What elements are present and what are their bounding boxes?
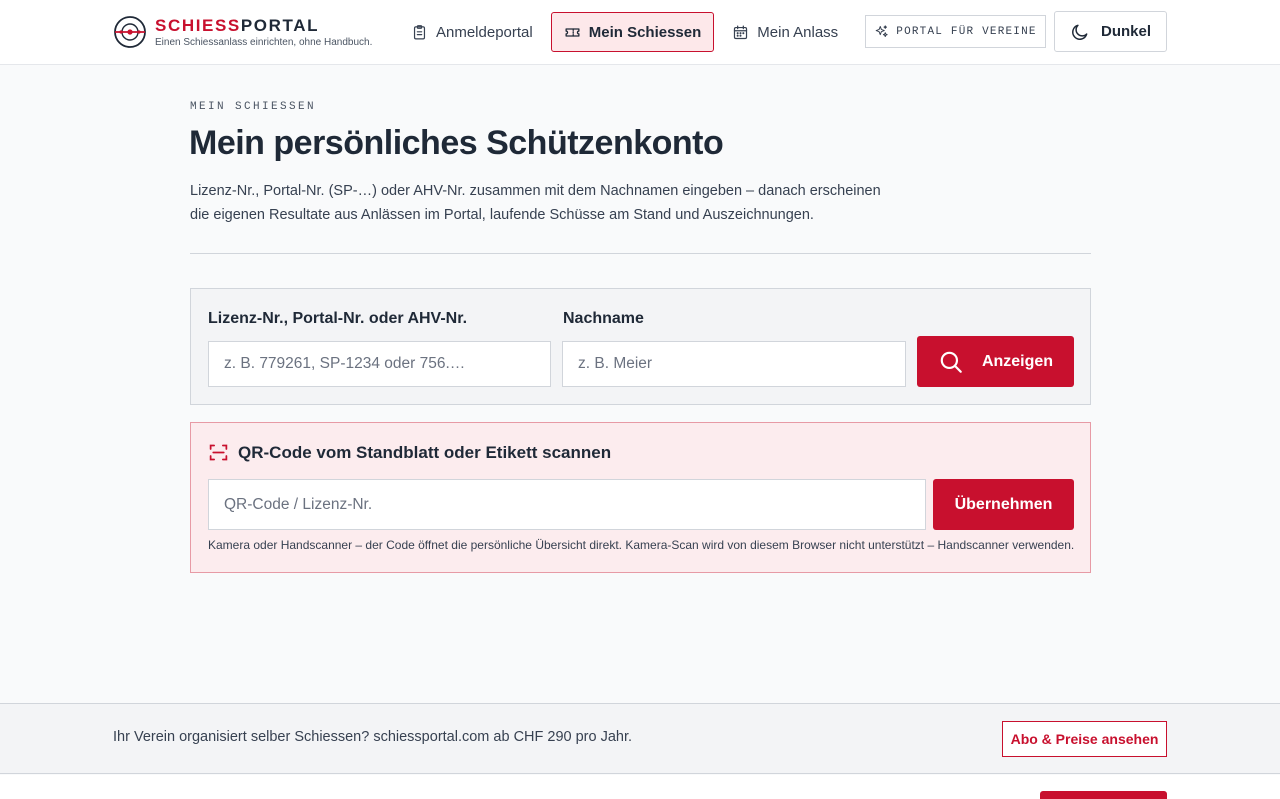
moon-icon: [1072, 24, 1088, 40]
qr-heading: QR-Code vom Standblatt oder Etikett scan…: [208, 442, 611, 463]
footer-button[interactable]: [1040, 791, 1167, 799]
nav-item-mein-schiessen[interactable]: Mein Schiessen: [550, 12, 715, 52]
anzeigen-button-label: Anzeigen: [981, 352, 1054, 370]
main-nav: Anmeldeportal Mein Schiessen Mein Anlass: [398, 12, 856, 52]
portal-button-label: PORTAL FÜR VEREINE: [896, 25, 1037, 38]
lastname-input[interactable]: [562, 341, 906, 387]
tagline: Einen Schiessanlass einrichten, ohne Han…: [155, 36, 373, 48]
section-eyebrow: MEIN SCHIESSEN: [190, 101, 317, 113]
name-field-label: Nachname: [563, 310, 644, 327]
nav-item-anmeldeportal[interactable]: Anmeldeportal: [398, 12, 546, 52]
page-title: Mein persönliches Schützenkonto: [189, 124, 724, 162]
intro-text: Lizenz-Nr., Portal-Nr. (SP-…) oder AHV-N…: [190, 183, 881, 223]
sparkles-icon: [875, 25, 888, 37]
clipboard-icon: [413, 24, 426, 39]
calendar-icon: [734, 25, 748, 39]
qr-scan-panel: QR-Code vom Standblatt oder Etikett scan…: [190, 422, 1091, 573]
qr-title: QR-Code vom Standblatt oder Etikett scan…: [238, 442, 612, 462]
nav-label: Mein Schiessen: [588, 23, 702, 41]
id-input[interactable]: [208, 341, 551, 387]
promo-text: Ihr Verein organisiert selber Schiessen?…: [113, 729, 633, 745]
theme-button-label: Dunkel: [1100, 23, 1151, 40]
brand-part-1: SCHIESS: [155, 15, 241, 35]
nav-item-mein-anlass[interactable]: Mein Anlass: [719, 12, 851, 52]
ticket-icon: [565, 27, 580, 37]
id-field-label: Lizenz-Nr., Portal-Nr. oder AHV-Nr.: [208, 310, 468, 327]
promo-banner: Ihr Verein organisiert selber Schiessen?…: [0, 703, 1280, 774]
nav-label: Anmeldeportal: [436, 23, 533, 41]
abo-preise-button[interactable]: Abo & Preise ansehen: [1002, 721, 1167, 757]
portal-fuer-vereine-button[interactable]: PORTAL FÜR VEREINE: [865, 15, 1046, 48]
target-logo-icon: [114, 16, 146, 48]
nav-label: Mein Anlass: [757, 23, 839, 41]
qr-code-input[interactable]: [208, 479, 926, 530]
anzeigen-button[interactable]: Anzeigen: [917, 336, 1074, 387]
qr-help-text: Kamera oder Handscanner – der Code öffne…: [208, 538, 1075, 552]
divider: [190, 253, 1091, 254]
search-form: Lizenz-Nr., Portal-Nr. oder AHV-Nr. Nach…: [190, 288, 1091, 405]
footer: [0, 775, 1280, 799]
site-header: SCHIESSPORTAL Einen Schiessanlass einric…: [0, 0, 1280, 65]
search-icon: [940, 351, 962, 373]
dark-mode-toggle[interactable]: Dunkel: [1054, 11, 1167, 52]
brand-name: SCHIESSPORTAL: [155, 16, 372, 36]
uebernehmen-button[interactable]: Übernehmen: [933, 479, 1074, 530]
logo[interactable]: SCHIESSPORTAL Einen Schiessanlass einric…: [113, 14, 372, 50]
scan-icon: [209, 444, 228, 461]
brand-part-2: PORTAL: [240, 15, 320, 35]
